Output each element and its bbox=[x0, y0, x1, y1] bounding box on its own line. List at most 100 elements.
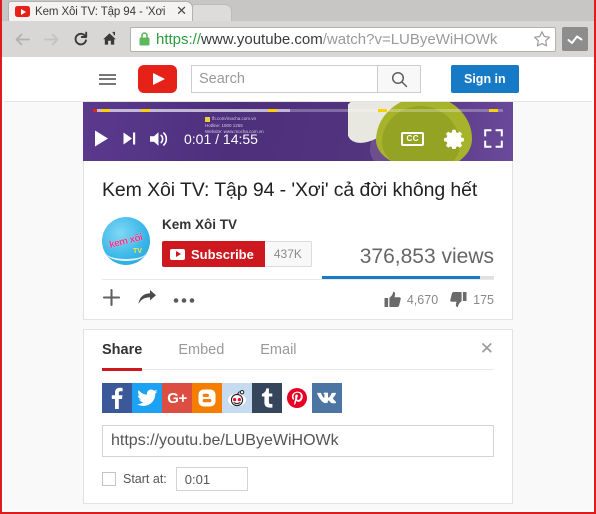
home-icon[interactable] bbox=[95, 25, 124, 53]
plus-icon[interactable] bbox=[102, 288, 121, 312]
share-arrow-icon[interactable] bbox=[137, 289, 157, 311]
address-bar[interactable]: https://www.youtube.com/watch?v=LUByeWiH… bbox=[130, 26, 556, 52]
youtube-favicon-icon bbox=[15, 6, 30, 17]
twitter-icon[interactable] bbox=[132, 383, 162, 413]
chapter-marker[interactable] bbox=[489, 109, 498, 112]
back-arrow-icon[interactable] bbox=[8, 25, 37, 53]
hamburger-menu-icon[interactable] bbox=[92, 64, 122, 94]
youtube-masthead: Search Sign in bbox=[4, 57, 592, 102]
avatar-tv-text: TV bbox=[133, 248, 142, 255]
subscribe-button[interactable]: Subscribe bbox=[162, 241, 265, 267]
subscribe-label: Subscribe bbox=[191, 246, 254, 262]
browser-window: Kem Xôi TV: Tập 94 - 'Xơi ✕ https://www.… bbox=[0, 0, 596, 514]
channel-owner-row: kem xôi TV Kem Xôi TV Subscribe 437K 376… bbox=[102, 217, 494, 279]
player-controls: 0:01 / 14:55 CC bbox=[83, 116, 513, 161]
tumblr-icon[interactable] bbox=[252, 383, 282, 413]
video-ratings: 4,670 175 bbox=[384, 291, 494, 308]
url-scheme: https:// bbox=[156, 30, 202, 48]
player-progress-bar[interactable] bbox=[93, 109, 503, 112]
subscribe-row: Subscribe 437K bbox=[162, 241, 312, 267]
progress-played bbox=[93, 109, 98, 112]
browser-tab[interactable]: Kem Xôi TV: Tập 94 - 'Xơi ✕ bbox=[8, 1, 193, 21]
close-icon[interactable]: ✕ bbox=[480, 341, 494, 358]
next-track-icon[interactable] bbox=[122, 131, 137, 146]
chapter-marker[interactable] bbox=[378, 109, 387, 112]
share-link-input[interactable]: https://youtu.be/LUByeWiHOWk bbox=[102, 425, 494, 457]
video-actions-left bbox=[102, 288, 195, 312]
tab-share[interactable]: Share bbox=[102, 330, 143, 371]
more-horizontal-icon[interactable] bbox=[173, 291, 195, 309]
player-time-display: 0:01 / 14:55 bbox=[184, 130, 258, 147]
search-placeholder: Search bbox=[199, 71, 245, 87]
thumbs-down-icon bbox=[450, 292, 467, 308]
chapter-marker[interactable] bbox=[101, 109, 110, 112]
channel-meta: Kem Xôi TV Subscribe 437K bbox=[162, 217, 312, 267]
dislike-button[interactable]: 175 bbox=[450, 291, 494, 308]
start-at-checkbox[interactable] bbox=[102, 472, 116, 486]
view-count: 376,853 views bbox=[359, 245, 494, 268]
facebook-icon[interactable] bbox=[102, 383, 132, 413]
sign-in-button[interactable]: Sign in bbox=[451, 65, 519, 93]
google-plus-label: G+ bbox=[167, 389, 187, 407]
closed-captions-button[interactable]: CC bbox=[401, 131, 424, 146]
share-link-value: https://youtu.be/LUByeWiHOWk bbox=[111, 432, 339, 449]
search-button[interactable] bbox=[377, 65, 421, 93]
video-actions-row: 4,670 175 bbox=[102, 279, 494, 319]
google-plus-icon[interactable]: G+ bbox=[162, 383, 192, 413]
browser-chrome: Kem Xôi TV: Tập 94 - 'Xơi ✕ https://www.… bbox=[2, 0, 594, 57]
blogger-icon[interactable] bbox=[192, 383, 222, 413]
pinterest-icon[interactable] bbox=[282, 383, 312, 413]
video-title: Kem Xôi TV: Tập 94 - 'Xơi' cả đời không … bbox=[102, 179, 478, 201]
star-icon[interactable] bbox=[533, 30, 551, 48]
search-icon bbox=[391, 71, 407, 87]
like-count: 4,670 bbox=[406, 292, 439, 307]
like-ratio-bar bbox=[322, 276, 494, 279]
thumbs-up-icon bbox=[384, 291, 401, 307]
volume-icon[interactable] bbox=[149, 130, 170, 148]
tab-email[interactable]: Email bbox=[260, 330, 296, 370]
youtube-logo[interactable] bbox=[138, 65, 177, 93]
address-bar-url: https://www.youtube.com/watch?v=LUByeWiH… bbox=[156, 28, 529, 51]
start-at-input[interactable]: 0:01 bbox=[175, 467, 248, 491]
player-right-controls: CC bbox=[381, 129, 503, 149]
subscriber-count[interactable]: 437K bbox=[264, 241, 312, 267]
reload-icon[interactable] bbox=[66, 25, 95, 53]
share-panel: Share Embed Email ✕ G+ https://youtu.be/… bbox=[83, 329, 513, 504]
navigation-toolbar: https://www.youtube.com/watch?v=LUByeWiH… bbox=[2, 21, 594, 57]
search-form: Search bbox=[191, 65, 421, 93]
tab-embed[interactable]: Embed bbox=[178, 330, 224, 370]
chapter-marker[interactable] bbox=[268, 109, 277, 112]
play-icon[interactable] bbox=[93, 129, 110, 148]
view-count-block: 376,853 views bbox=[322, 245, 494, 279]
channel-name[interactable]: Kem Xôi TV bbox=[162, 217, 312, 232]
share-tabs: Share Embed Email ✕ bbox=[102, 330, 494, 371]
lock-icon bbox=[139, 32, 150, 46]
fullscreen-icon[interactable] bbox=[484, 129, 503, 148]
vk-icon[interactable] bbox=[312, 383, 342, 413]
search-input[interactable]: Search bbox=[191, 65, 377, 93]
main-column: fb.com/mocha.com.vn Hotline: 1900 1255 W… bbox=[83, 102, 513, 504]
video-player[interactable]: fb.com/mocha.com.vn Hotline: 1900 1255 W… bbox=[83, 102, 513, 161]
channel-avatar[interactable]: kem xôi TV bbox=[102, 217, 150, 265]
social-share-row: G+ bbox=[102, 383, 494, 413]
start-at-row: Start at: 0:01 bbox=[102, 467, 494, 503]
forward-arrow-icon[interactable] bbox=[37, 25, 66, 53]
checkmark-icon bbox=[567, 35, 583, 44]
page-viewport: Search Sign in fb.com/mocha.com.vn Hotli… bbox=[4, 57, 592, 510]
dislike-count: 175 bbox=[473, 292, 494, 307]
close-icon[interactable]: ✕ bbox=[176, 4, 187, 19]
like-button[interactable]: 4,670 bbox=[384, 291, 438, 308]
chapter-marker[interactable] bbox=[141, 109, 150, 112]
gear-icon[interactable] bbox=[444, 129, 464, 149]
video-info-card: Kem Xôi TV: Tập 94 - 'Xơi' cả đời không … bbox=[83, 161, 513, 320]
tab-title: Kem Xôi TV: Tập 94 - 'Xơi bbox=[35, 5, 166, 18]
url-path: /watch?v=LUByeWiHOWk bbox=[322, 30, 498, 48]
extension-button[interactable] bbox=[562, 27, 588, 51]
new-tab-button[interactable] bbox=[192, 4, 232, 21]
reddit-icon[interactable] bbox=[222, 383, 252, 413]
youtube-play-icon bbox=[170, 248, 185, 260]
progress-loaded bbox=[93, 109, 290, 112]
url-host: www.youtube.com bbox=[201, 30, 323, 48]
cc-label: CC bbox=[401, 131, 424, 146]
start-at-label: Start at: bbox=[123, 472, 167, 486]
